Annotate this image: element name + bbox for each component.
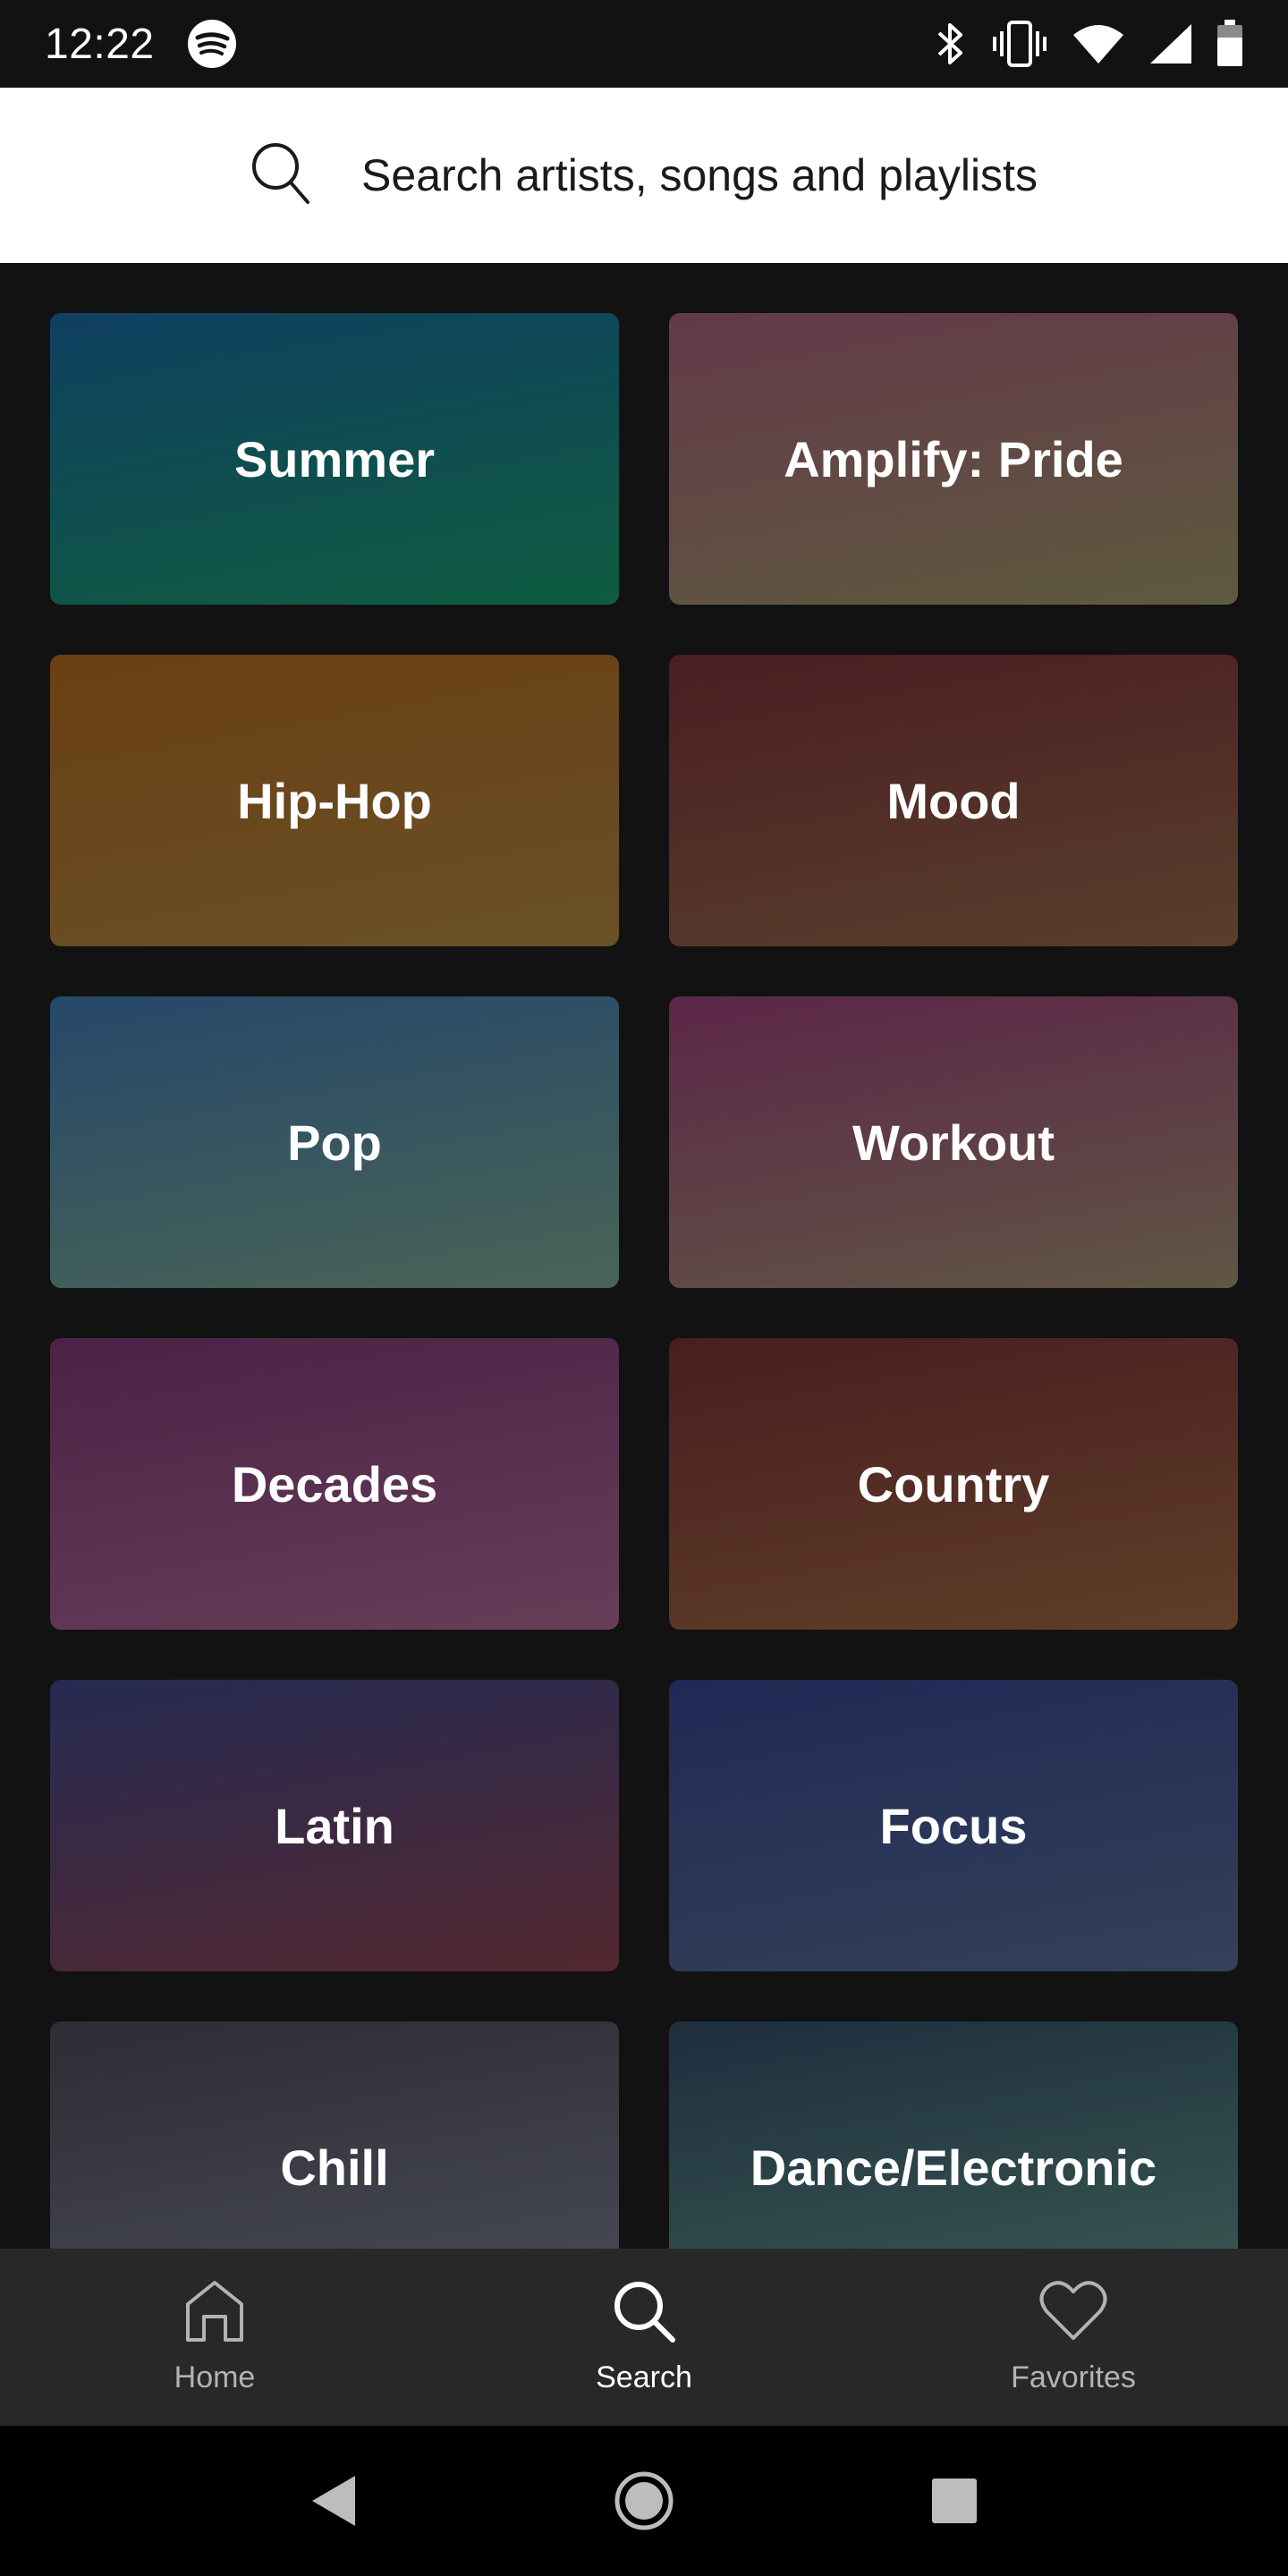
search-input[interactable]: Search artists, songs and playlists xyxy=(361,149,1038,201)
category-label: Mood xyxy=(886,772,1021,829)
category-tile[interactable]: Decades xyxy=(50,1338,619,1630)
category-label: Country xyxy=(857,1455,1050,1513)
category-label: Decades xyxy=(231,1455,438,1513)
home-circle-icon[interactable] xyxy=(604,2461,684,2541)
nav-label-search: Search xyxy=(596,2360,692,2394)
category-label: Pop xyxy=(287,1114,382,1171)
category-tile[interactable]: Amplify: Pride xyxy=(669,313,1238,605)
nav-favorites[interactable]: Favorites xyxy=(859,2249,1288,2426)
category-label: Focus xyxy=(879,1797,1028,1854)
status-icons xyxy=(932,19,1243,69)
recents-icon[interactable] xyxy=(914,2461,995,2541)
vibrate-icon xyxy=(991,19,1048,69)
category-tile[interactable]: Country xyxy=(669,1338,1238,1630)
category-label: Dance/Electronic xyxy=(750,2139,1157,2196)
nav-search[interactable]: Search xyxy=(429,2249,859,2426)
wifi-icon xyxy=(1072,22,1125,65)
category-tile[interactable]: Hip-Hop xyxy=(50,655,619,946)
status-time: 12:22 xyxy=(45,20,155,68)
search-icon xyxy=(250,141,311,210)
bottom-nav: Home Search Favorites xyxy=(0,2249,1288,2426)
category-tile[interactable]: Latin xyxy=(50,1680,619,1971)
category-tile[interactable]: Pop xyxy=(50,996,619,1288)
category-label: Hip-Hop xyxy=(237,772,432,829)
category-grid: Summer Amplify: Pride Hip-Hop Mood Pop Workou… xyxy=(0,263,1288,2249)
category-label: Chill xyxy=(280,2139,389,2196)
category-label: Summer xyxy=(233,430,436,487)
nav-label-home: Home xyxy=(174,2360,256,2394)
home-icon xyxy=(182,2279,247,2348)
category-tile[interactable]: Workout xyxy=(669,996,1238,1288)
category-label: Workout xyxy=(852,1114,1055,1171)
status-bar: 12:22 xyxy=(0,0,1288,88)
back-icon[interactable] xyxy=(293,2461,374,2541)
bluetooth-icon xyxy=(932,21,968,67)
search-bar[interactable]: Search artists, songs and playlists xyxy=(0,88,1288,263)
category-label: Amplify: Pride xyxy=(784,430,1123,487)
category-tile[interactable]: Mood xyxy=(669,655,1238,946)
nav-home[interactable]: Home xyxy=(0,2249,429,2426)
search-icon xyxy=(612,2279,676,2348)
battery-icon xyxy=(1216,20,1243,68)
spotify-icon xyxy=(187,19,237,69)
heart-icon xyxy=(1039,2279,1107,2348)
category-tile[interactable]: Dance/Electronic xyxy=(669,2021,1238,2249)
category-tile[interactable]: Chill xyxy=(50,2021,619,2249)
category-tile[interactable]: Focus xyxy=(669,1680,1238,1971)
system-nav-bar xyxy=(0,2426,1288,2576)
category-tile[interactable]: Summer xyxy=(50,313,619,605)
nav-label-favorites: Favorites xyxy=(1011,2360,1136,2394)
signal-icon xyxy=(1148,22,1193,65)
category-label: Latin xyxy=(275,1797,394,1854)
